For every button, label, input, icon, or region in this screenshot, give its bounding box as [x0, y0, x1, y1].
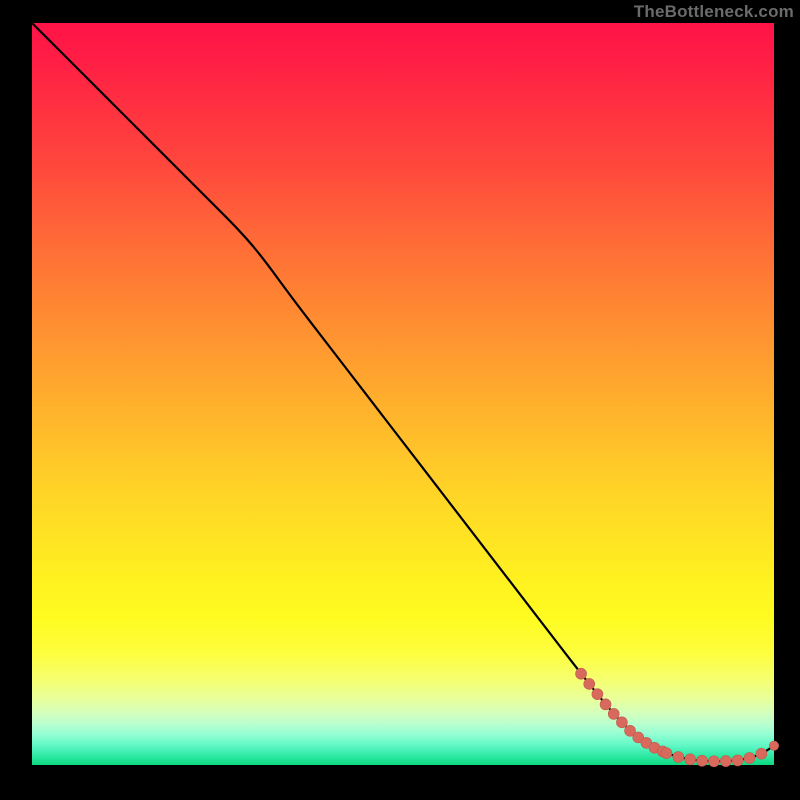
chart-stage: TheBottleneck.com [0, 0, 800, 800]
marker-dot [673, 751, 684, 762]
marker-dot [685, 754, 696, 765]
plot-area [32, 23, 774, 765]
marker-dot [576, 668, 587, 679]
attribution-text: TheBottleneck.com [634, 0, 794, 23]
chart-svg [32, 23, 774, 765]
marker-dot [608, 708, 619, 719]
marker-dot [720, 756, 731, 767]
marker-dot [769, 741, 778, 750]
highlighted-markers [576, 668, 779, 767]
marker-dot [708, 756, 719, 767]
marker-dot [584, 678, 595, 689]
marker-dot [616, 717, 627, 728]
marker-dot [661, 748, 672, 759]
bottleneck-curve [32, 23, 774, 761]
marker-dot [697, 755, 708, 766]
marker-dot [732, 755, 743, 766]
marker-dot [744, 753, 755, 764]
marker-dot [600, 699, 611, 710]
marker-dot [756, 748, 767, 759]
marker-dot [592, 689, 603, 700]
